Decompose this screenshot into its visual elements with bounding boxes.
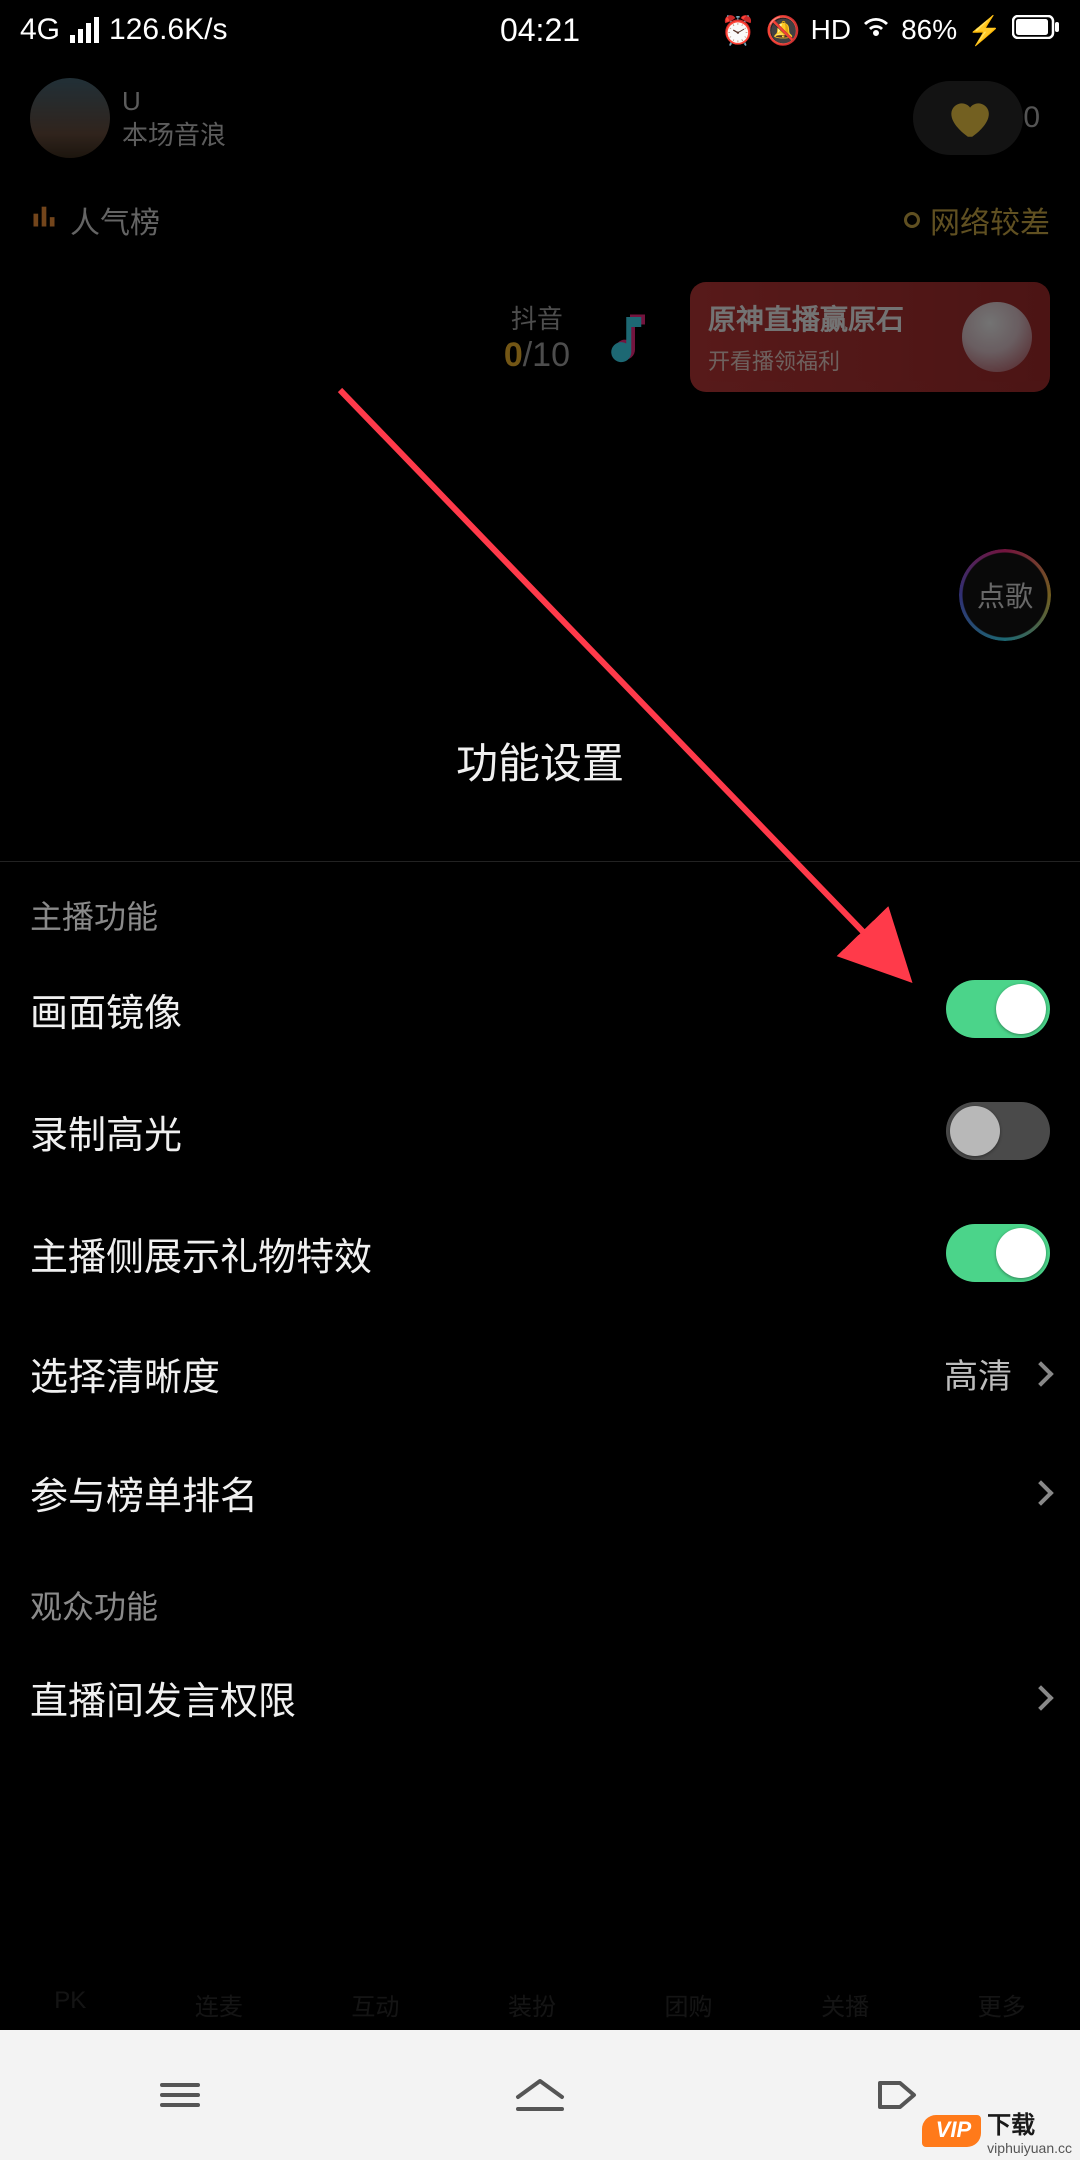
battery-percent: 86%: [901, 14, 957, 46]
row-mirror[interactable]: 画面镜像: [0, 948, 1080, 1070]
nav-recent-button[interactable]: [80, 2055, 280, 2135]
toggle-gift-effect[interactable]: [946, 1224, 1050, 1282]
streamer-line2: 本场音浪: [122, 118, 893, 152]
status-bar: 4G 126.6K/s 04:21 ⏰ 🔕 HD 86% ⚡: [0, 0, 1080, 60]
signal-bars-icon: [70, 17, 99, 43]
row-highlight[interactable]: 录制高光: [0, 1070, 1080, 1192]
hd-icon: HD: [811, 14, 851, 46]
dnd-icon: 🔕: [766, 14, 801, 47]
battery-icon: [1012, 14, 1060, 46]
streamer-line1: U: [122, 84, 893, 118]
wifi-icon: [861, 14, 891, 46]
ghost-bottom-icons: PK连麦互动装扮团购关播更多: [0, 1987, 1080, 2022]
promo-character-icon: [962, 302, 1032, 372]
like-button[interactable]: [913, 81, 1023, 155]
music-note-icon[interactable]: [600, 307, 660, 367]
clock: 04:21: [500, 12, 580, 49]
watermark: VIP 下载viphuiyuan.cc: [914, 2101, 1080, 2160]
toggle-mirror[interactable]: [946, 980, 1050, 1038]
row-gift-effect[interactable]: 主播侧展示礼物特效: [0, 1192, 1080, 1314]
viewer-count: 0: [1023, 101, 1050, 135]
network-speed: 126.6K/s: [109, 13, 227, 47]
section-audience-functions: 观众功能: [0, 1552, 1080, 1638]
section-host-functions: 主播功能: [0, 862, 1080, 948]
network-type: 4G: [20, 13, 60, 47]
popularity-rank[interactable]: 人气榜: [30, 198, 160, 242]
chevron-right-icon: [1028, 1685, 1053, 1710]
row-resolution[interactable]: 选择清晰度 高清: [0, 1314, 1080, 1433]
song-request-button[interactable]: 点歌: [960, 550, 1050, 640]
douyin-counter: 抖音 0/10: [504, 299, 570, 375]
charging-icon: ⚡: [967, 14, 1002, 47]
settings-panel: 功能设置 主播功能 画面镜像 录制高光 主播侧展示礼物特效 选择清晰度 高清 参…: [0, 680, 1080, 2030]
row-ranking[interactable]: 参与榜单排名: [0, 1433, 1080, 1552]
chevron-right-icon: [1028, 1361, 1053, 1386]
promo-banner[interactable]: 原神直播赢原石 开看播领福利: [690, 282, 1050, 392]
chart-bars-icon: [30, 202, 58, 238]
network-status: 网络较差: [904, 198, 1050, 242]
panel-title: 功能设置: [0, 680, 1080, 861]
row-speak-permission[interactable]: 直播间发言权限: [0, 1638, 1080, 1757]
heart-icon: [943, 93, 993, 143]
alarm-icon: ⏰: [721, 14, 756, 47]
toggle-highlight[interactable]: [946, 1102, 1050, 1160]
status-dot-icon: [904, 212, 920, 228]
nav-home-button[interactable]: [440, 2055, 640, 2135]
resolution-value: 高清: [944, 1349, 1012, 1398]
chevron-right-icon: [1028, 1480, 1053, 1505]
avatar[interactable]: [30, 78, 110, 158]
